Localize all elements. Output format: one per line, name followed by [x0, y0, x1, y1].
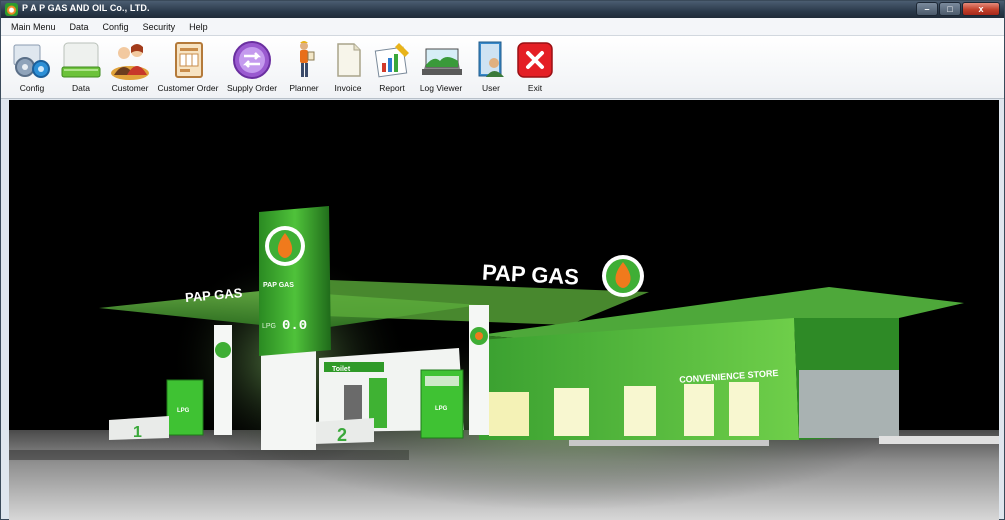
log-viewer-button[interactable]: Log Viewer [413, 36, 469, 96]
planner-person-icon [283, 39, 325, 81]
report-chart-icon [371, 39, 413, 81]
minimize-button[interactable]: – [916, 2, 938, 16]
exit-x-icon [514, 39, 556, 81]
island-2-number: 2 [337, 425, 347, 445]
invoice-button[interactable]: Invoice [325, 36, 371, 96]
report-label: Report [379, 83, 405, 93]
config-button[interactable]: Config [7, 36, 57, 96]
main-canvas: CONVENIENCE STORE Toilet LPG LPG 1 2 PAP… [9, 100, 999, 520]
log-viewer-label: Log Viewer [419, 83, 463, 93]
data-drive-icon [60, 39, 102, 81]
data-button[interactable]: Data [57, 36, 105, 96]
island-1-number: 1 [133, 424, 142, 441]
user-label: User [482, 83, 500, 93]
customer-button[interactable]: Customer [105, 36, 155, 96]
config-gears-icon [11, 39, 53, 81]
maximize-button[interactable]: □ [939, 2, 961, 16]
invoice-document-icon [327, 39, 369, 81]
pump-left-label: LPG [177, 408, 190, 414]
menu-help[interactable]: Help [189, 22, 208, 32]
exit-label: Exit [527, 83, 543, 93]
title-bar: P A P GAS AND OIL Co., LTD. – □ x [1, 1, 1004, 18]
menu-config[interactable]: Config [103, 22, 129, 32]
config-label: Config [19, 83, 45, 93]
pylon-price: 0.0 [282, 318, 307, 334]
customer-order-form-icon [167, 39, 209, 81]
toolbar: Config Data Customer Customer Order Supp… [1, 36, 1004, 99]
supply-order-label: Supply Order [226, 83, 278, 93]
user-book-icon [470, 39, 512, 81]
supply-order-arrows-icon [231, 39, 273, 81]
window-title: P A P GAS AND OIL Co., LTD. [22, 3, 150, 13]
customer-label: Customer [111, 83, 149, 93]
gas-station-scene: CONVENIENCE STORE Toilet LPG LPG 1 2 PAP… [9, 206, 999, 520]
log-viewer-landscape-icon [420, 39, 462, 81]
toilet-sign: Toilet [332, 366, 351, 373]
menu-bar: Main Menu Data Config Security Help [1, 18, 1004, 36]
menu-security[interactable]: Security [143, 22, 176, 32]
data-label: Data [72, 83, 90, 93]
pump-right-label: LPG [435, 406, 448, 412]
customer-order-label: Customer Order [157, 83, 219, 93]
customer-people-icon [109, 39, 151, 81]
supply-order-button[interactable]: Supply Order [221, 36, 283, 96]
planner-button[interactable]: Planner [283, 36, 325, 96]
app-window: P A P GAS AND OIL Co., LTD. – □ x Main M… [0, 0, 1005, 520]
pylon-brand: PAP GAS [263, 282, 294, 289]
report-button[interactable]: Report [371, 36, 413, 96]
main-brand-sign: PAP GAS [481, 260, 579, 290]
invoice-label: Invoice [334, 83, 362, 93]
exit-button[interactable]: Exit [513, 36, 557, 96]
window-controls: – □ x [915, 2, 1000, 16]
app-logo-icon [5, 3, 18, 16]
planner-label: Planner [289, 83, 319, 93]
close-button[interactable]: x [962, 2, 1000, 16]
menu-main-menu[interactable]: Main Menu [11, 22, 56, 32]
customer-order-button[interactable]: Customer Order [155, 36, 221, 96]
user-button[interactable]: User [469, 36, 513, 96]
pylon-price-prefix: LPG [262, 323, 276, 330]
menu-data[interactable]: Data [70, 22, 89, 32]
